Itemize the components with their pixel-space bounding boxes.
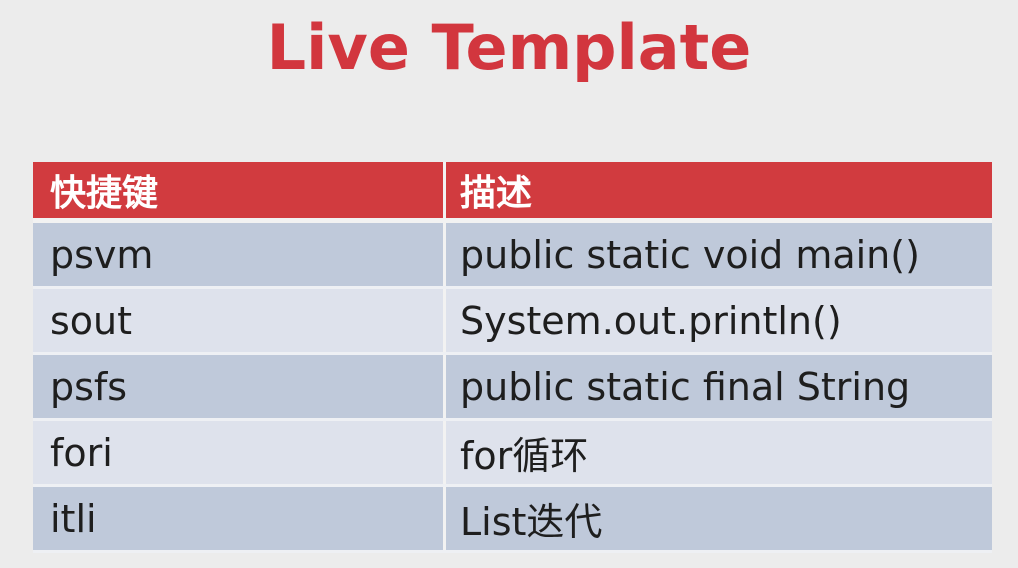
shortcut-cell: fori xyxy=(33,421,446,484)
table-row: fori for循环 xyxy=(33,421,992,487)
slide-title: Live Template xyxy=(266,11,752,84)
header-description: 描述 xyxy=(460,173,533,214)
description-cell: for循环 xyxy=(460,434,589,478)
shortcut-cell: psfs xyxy=(33,355,446,418)
shortcut-table: 快捷键 描述 psvm public static void main() so… xyxy=(33,162,992,553)
shortcut-cell: itli xyxy=(33,487,446,550)
shortcut-cell: psvm xyxy=(33,223,446,286)
shortcut-cell: sout xyxy=(33,289,446,352)
description-cell: System.out.println() xyxy=(460,298,842,343)
table-row: psvm public static void main() xyxy=(33,223,992,289)
description-cell: public static void main() xyxy=(460,232,920,277)
table-row: itli List迭代 xyxy=(33,487,992,553)
table-header-row: 快捷键 描述 xyxy=(33,162,992,223)
table-row: psfs public static final String xyxy=(33,355,992,421)
description-cell: public static final String xyxy=(460,364,911,409)
header-shortcut: 快捷键 xyxy=(33,162,446,218)
table-row: sout System.out.println() xyxy=(33,289,992,355)
description-cell: List迭代 xyxy=(460,500,603,544)
